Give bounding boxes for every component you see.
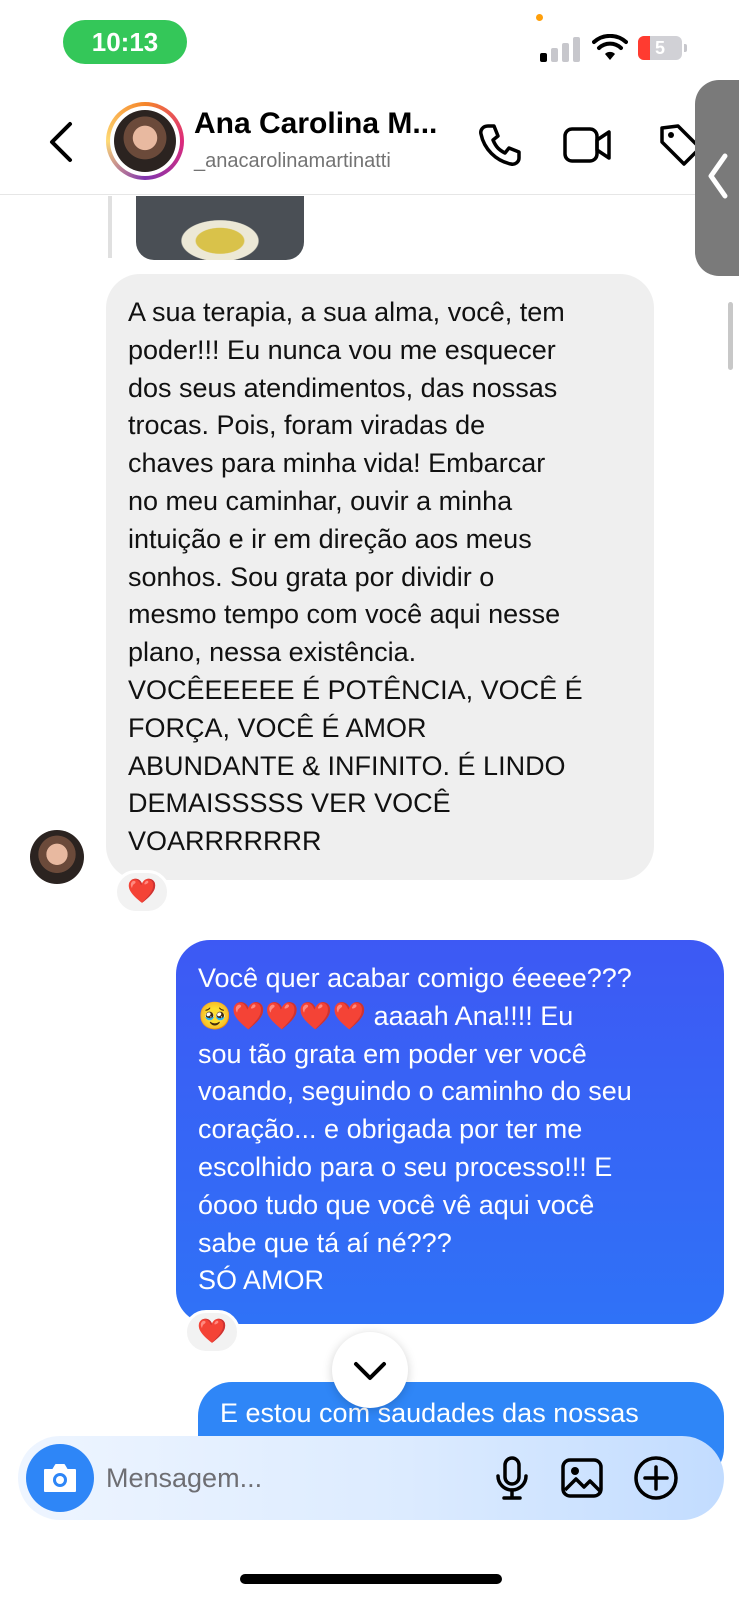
scrollbar[interactable] bbox=[728, 302, 733, 370]
status-bar: 10:13 5 bbox=[0, 0, 739, 80]
status-time: 10:13 bbox=[63, 20, 187, 64]
phone-icon[interactable] bbox=[474, 120, 524, 170]
gallery-icon[interactable] bbox=[558, 1454, 606, 1502]
camera-button[interactable] bbox=[26, 1444, 94, 1512]
side-panel-tab[interactable] bbox=[695, 80, 739, 276]
plus-circle-icon[interactable] bbox=[632, 1454, 680, 1502]
battery-icon: 5 bbox=[638, 36, 688, 60]
wifi-icon bbox=[592, 34, 628, 60]
shared-photo[interactable] bbox=[136, 196, 304, 260]
sender-avatar[interactable] bbox=[30, 830, 84, 884]
scroll-to-bottom-button[interactable] bbox=[332, 1332, 408, 1408]
video-camera-icon[interactable] bbox=[562, 120, 612, 170]
back-arrow-icon[interactable] bbox=[40, 118, 80, 166]
contact-handle[interactable]: _anacarolinamartinatti bbox=[194, 150, 391, 173]
camera-icon bbox=[44, 1464, 76, 1492]
avatar-photo bbox=[114, 110, 176, 172]
contact-name[interactable]: Ana Carolina M... bbox=[194, 107, 454, 141]
cellular-signal-icon bbox=[540, 36, 580, 62]
microphone-icon[interactable] bbox=[488, 1454, 536, 1502]
reply-indicator bbox=[108, 196, 112, 258]
message-composer bbox=[18, 1436, 724, 1520]
outgoing-message[interactable]: Você quer acabar comigo éeeee??? 🥹❤️❤️❤️… bbox=[176, 940, 724, 1324]
home-indicator[interactable] bbox=[240, 1574, 502, 1584]
contact-avatar[interactable] bbox=[106, 102, 184, 180]
chat-header: Ana Carolina M... _anacarolinamartinatti bbox=[0, 80, 739, 195]
heart-reaction[interactable]: ❤️ bbox=[184, 1310, 240, 1354]
heart-reaction[interactable]: ❤️ bbox=[114, 870, 170, 914]
privacy-indicator-dot bbox=[536, 14, 543, 21]
incoming-message[interactable]: A sua terapia, a sua alma, você, tem pod… bbox=[106, 274, 654, 880]
message-input[interactable] bbox=[106, 1456, 486, 1500]
chevron-down-icon bbox=[354, 1362, 386, 1380]
chevron-left-icon bbox=[708, 153, 728, 199]
battery-level: 5 bbox=[654, 38, 665, 58]
